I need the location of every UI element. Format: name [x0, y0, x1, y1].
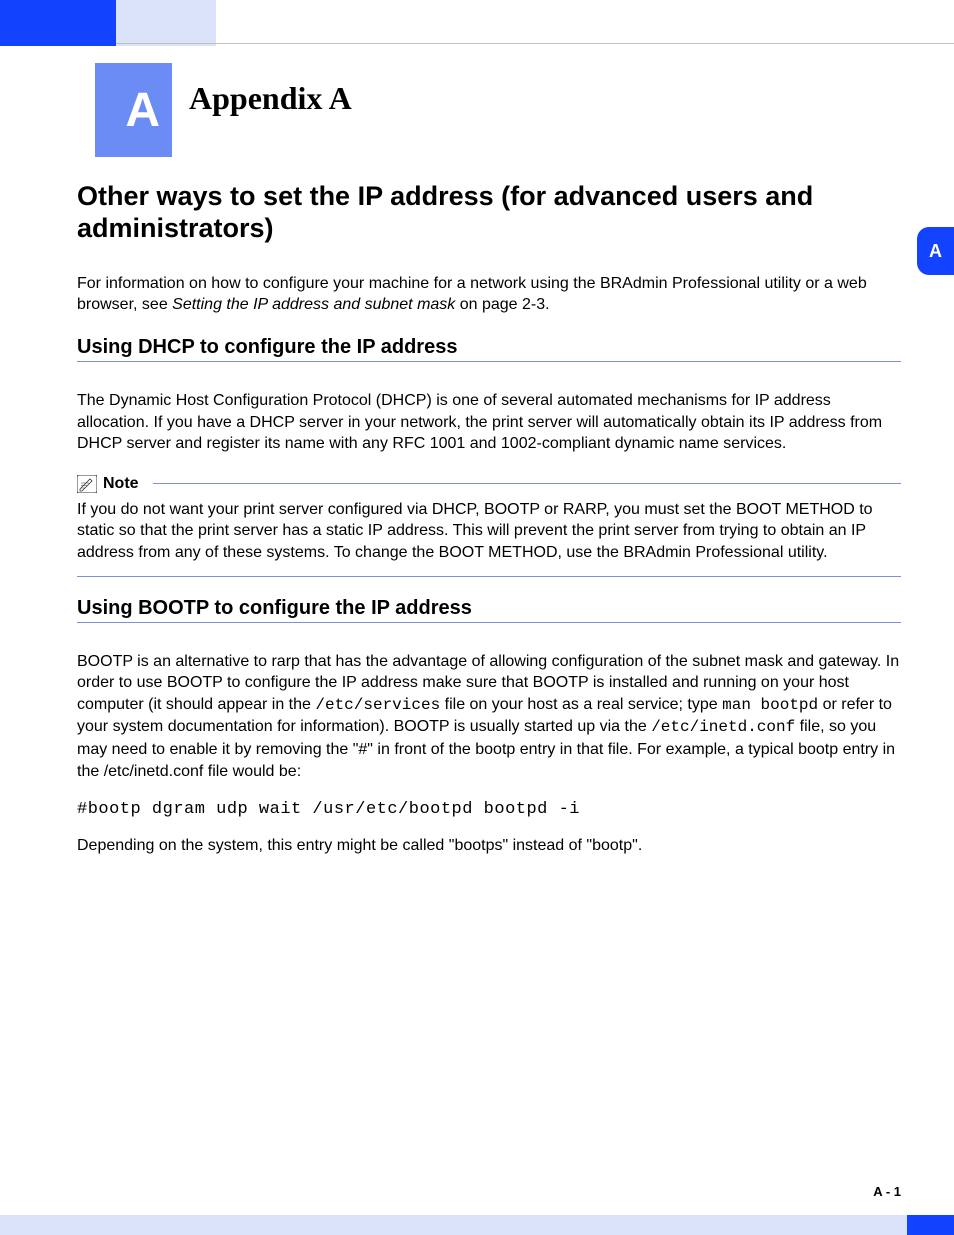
appendix-title: Appendix A	[189, 80, 352, 117]
note-divider	[153, 483, 901, 484]
bottom-corner	[907, 1215, 954, 1235]
pencil-icon	[77, 475, 97, 493]
s2-code3: /etc/inetd.conf	[651, 718, 795, 736]
side-tab-label: A	[929, 241, 942, 262]
section2-p2: Depending on the system, this entry migh…	[77, 835, 901, 857]
s2-code1: /etc/services	[315, 696, 440, 714]
s2-code2: man bootpd	[722, 696, 818, 714]
section2-title: Using BOOTP to configure the IP address	[77, 597, 901, 623]
s2-p1b: file on your host as a real service; typ…	[440, 696, 722, 713]
side-tab[interactable]: A	[917, 227, 954, 275]
top-light-blue	[116, 0, 216, 46]
bottom-bar	[0, 1215, 954, 1235]
section1-body: The Dynamic Host Configuration Protocol …	[77, 390, 901, 455]
top-blue-bar	[0, 0, 116, 46]
note-label: Note	[103, 475, 139, 493]
content-area: Other ways to set the IP address (for ad…	[77, 180, 901, 875]
intro-paragraph: For information on how to configure your…	[77, 273, 901, 316]
top-divider	[116, 43, 954, 44]
section2-code-line: #bootp dgram udp wait /usr/etc/bootpd bo…	[77, 800, 901, 819]
appendix-letter-box: A	[95, 63, 172, 157]
note-body: If you do not want your print server con…	[77, 499, 901, 577]
appendix-letter: A	[125, 83, 160, 138]
page-h1: Other ways to set the IP address (for ad…	[77, 180, 901, 245]
intro-post: on page 2-3.	[455, 296, 549, 313]
section1-title: Using DHCP to configure the IP address	[77, 336, 901, 362]
note-header: Note	[77, 475, 901, 493]
intro-link[interactable]: Setting the IP address and subnet mask	[172, 296, 455, 313]
section2-p1: BOOTP is an alternative to rarp that has…	[77, 651, 901, 783]
page-number: A - 1	[873, 1184, 901, 1199]
